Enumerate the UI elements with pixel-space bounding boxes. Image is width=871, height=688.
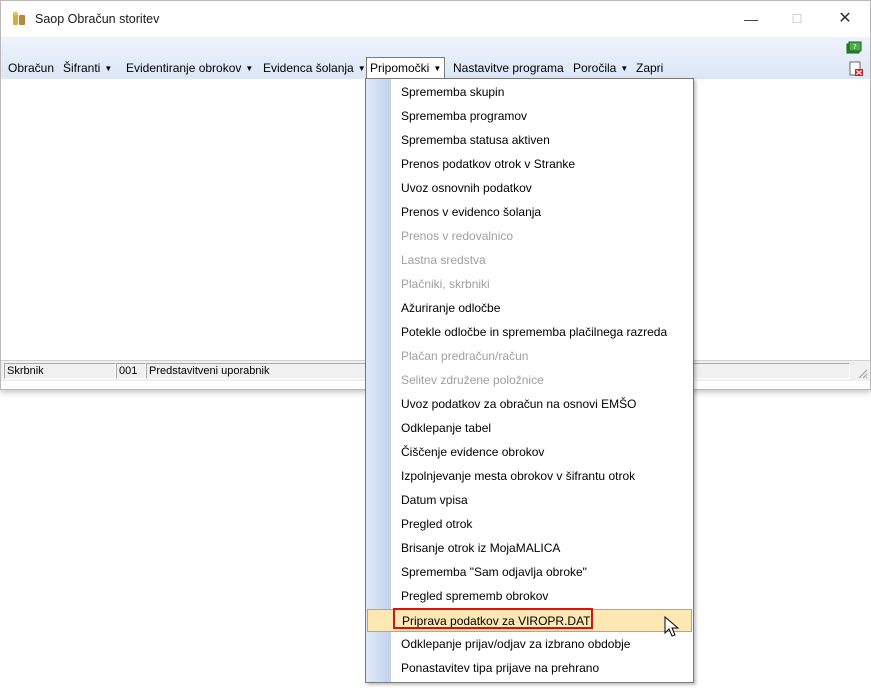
menu-item-label: Odklepanje tabel — [401, 421, 492, 435]
menu-item-pregled-sprememb[interactable]: Pregled sprememb obrokov — [367, 585, 692, 608]
menu-item-datum-vpisa[interactable]: Datum vpisa — [367, 489, 692, 512]
menu-item-label: Pregled otrok — [401, 517, 473, 531]
chevron-down-icon: ▼ — [433, 64, 442, 73]
chevron-down-icon: ▼ — [245, 64, 254, 73]
menu-item-label: Sprememba programov — [401, 109, 528, 123]
menu-item-pregled-otrok[interactable]: Pregled otrok — [367, 513, 692, 536]
menu-item-label: Izpolnjevanje mesta obrokov v šifrantu o… — [401, 469, 636, 483]
menu-bar: Obračun Šifranti ▼ Evidentiranje obrokov ▼… — [1, 37, 870, 79]
menu-item-azuriranje-odlocbe[interactable]: Ažuriranje odločbe — [367, 297, 692, 320]
menu-label: Pripomočki — [370, 61, 430, 75]
chevron-down-icon: ▼ — [104, 64, 113, 73]
menu-item-label: Ponastavitev tipa prijave na prehrano — [401, 661, 600, 675]
menu-obracun[interactable]: Obračun — [4, 58, 58, 78]
menu-nastavitve-programa[interactable]: Nastavitve programa — [449, 58, 568, 78]
menu-item-sprememba-skupin[interactable]: Sprememba skupin — [367, 81, 692, 104]
menu-item-label: Prenos v evidenco šolanja — [401, 205, 542, 219]
menu-label: Šifranti — [63, 61, 101, 75]
menu-item-odklepanje-tabel[interactable]: Odklepanje tabel — [367, 417, 692, 440]
window-title: Saop Obračun storitev — [35, 12, 160, 26]
menu-item-selitev-polozince: Selitev združene položnice — [367, 369, 692, 392]
menu-item-label: Datum vpisa — [401, 493, 468, 507]
menu-item-potekle-odlocbe[interactable]: Potekle odločbe in sprememba plačilnega … — [367, 321, 692, 344]
menu-item-label: Čiščenje evidence obrokov — [401, 445, 545, 459]
menu-item-label: Pregled sprememb obrokov — [401, 589, 549, 603]
menu-item-ciscenje-evidence[interactable]: Čiščenje evidence obrokov — [367, 441, 692, 464]
minimize-button[interactable]: — — [737, 7, 765, 31]
menu-item-label: Sprememba skupin — [401, 85, 505, 99]
maximize-button[interactable]: ☐ — [783, 7, 811, 31]
menu-item-sprememba-statusa[interactable]: Sprememba statusa aktiven — [367, 129, 692, 152]
menu-item-label: Sprememba statusa aktiven — [401, 133, 550, 147]
menu-item-label: Ažuriranje odločbe — [401, 301, 501, 315]
menu-item-placan-predracun: Plačan predračun/račun — [367, 345, 692, 368]
menu-item-uvoz-osnovnih[interactable]: Uvoz osnovnih podatkov — [367, 177, 692, 200]
menu-item-lastna-sredstva: Lastna sredstva — [367, 249, 692, 272]
svg-text:?: ? — [853, 43, 857, 51]
book-help-icon[interactable]: ? — [846, 39, 862, 55]
menu-item-prenos-redovalnico: Prenos v redovalnico — [367, 225, 692, 248]
menu-evidentiranje-obrokov[interactable]: Evidentiranje obrokov ▼ — [122, 58, 257, 78]
menu-label: Zapri — [636, 61, 664, 75]
menu-item-label: Prenos podatkov otrok v Stranke — [401, 157, 576, 171]
exit-document-icon[interactable] — [848, 61, 864, 77]
status-user-label: Skrbnik — [4, 363, 116, 379]
chevron-down-icon: ▼ — [620, 64, 629, 73]
menu-item-prenos-evidenco[interactable]: Prenos v evidenco šolanja — [367, 201, 692, 224]
menu-item-label: Prenos v redovalnico — [401, 229, 514, 243]
chevron-down-icon: ▼ — [357, 64, 366, 73]
menu-item-label: Sprememba "Sam odjavlja obroke" — [401, 565, 587, 579]
menu-item-label: Uvoz podatkov za obračun na osnovi EMŠO — [401, 397, 637, 411]
menu-label: Evidentiranje obrokov — [126, 61, 242, 75]
menu-sifranti[interactable]: Šifranti ▼ — [59, 58, 116, 78]
menu-evidenca-solanja[interactable]: Evidenca šolanja ▼ — [259, 58, 370, 78]
menu-item-label: Lastna sredstva — [401, 253, 486, 267]
menu-label: Poročila — [573, 61, 617, 75]
app-logo-icon — [13, 11, 25, 25]
menu-item-label: Plačniki, skrbniki — [401, 277, 490, 291]
title-bar[interactable]: Saop Obračun storitev — ☐ ✕ — [1, 1, 870, 37]
menu-item-odklepanje-prijav[interactable]: Odklepanje prijav/odjav za izbrano obdob… — [367, 633, 692, 656]
close-button[interactable]: ✕ — [831, 7, 859, 31]
menu-item-label: Odklepanje prijav/odjav za izbrano obdob… — [401, 637, 631, 651]
pripomocki-dropdown-menu: Sprememba skupin Sprememba programov Spr… — [365, 78, 694, 683]
menu-item-brisanje-otrok[interactable]: Brisanje otrok iz MojaMALICA — [367, 537, 692, 560]
menu-item-label: Selitev združene položnice — [401, 373, 544, 387]
status-code: 001 — [116, 363, 146, 379]
annotation-highlight-box — [393, 608, 593, 629]
menu-item-label: Uvoz osnovnih podatkov — [401, 181, 532, 195]
menu-item-label: Brisanje otrok iz MojaMALICA — [401, 541, 561, 555]
menu-label: Evidenca šolanja — [263, 61, 354, 75]
menu-item-placniki: Plačniki, skrbniki — [367, 273, 692, 296]
mouse-cursor-icon — [664, 616, 680, 637]
menu-item-label: Potekle odločbe in sprememba plačilnega … — [401, 325, 668, 339]
menu-porocila[interactable]: Poročila ▼ — [569, 58, 632, 78]
menu-item-label: Plačan predračun/račun — [401, 349, 529, 363]
menu-item-sprememba-programov[interactable]: Sprememba programov — [367, 105, 692, 128]
menu-label: Nastavitve programa — [453, 61, 564, 75]
menu-item-uvoz-emso[interactable]: Uvoz podatkov za obračun na osnovi EMŠO — [367, 393, 692, 416]
resize-grip-icon[interactable] — [856, 367, 868, 379]
menu-item-sam-odjavlja[interactable]: Sprememba "Sam odjavlja obroke" — [367, 561, 692, 584]
menu-item-ponastavitev-tipa[interactable]: Ponastavitev tipa prijave na prehrano — [367, 657, 692, 680]
menu-label: Obračun — [8, 61, 55, 75]
menu-item-prenos-stranke[interactable]: Prenos podatkov otrok v Stranke — [367, 153, 692, 176]
menu-zapri[interactable]: Zapri — [632, 58, 667, 78]
menu-pripomocki[interactable]: Pripomočki ▼ — [366, 57, 446, 79]
menu-item-izpolnjevanje-mesta[interactable]: Izpolnjevanje mesta obrokov v šifrantu o… — [367, 465, 692, 488]
